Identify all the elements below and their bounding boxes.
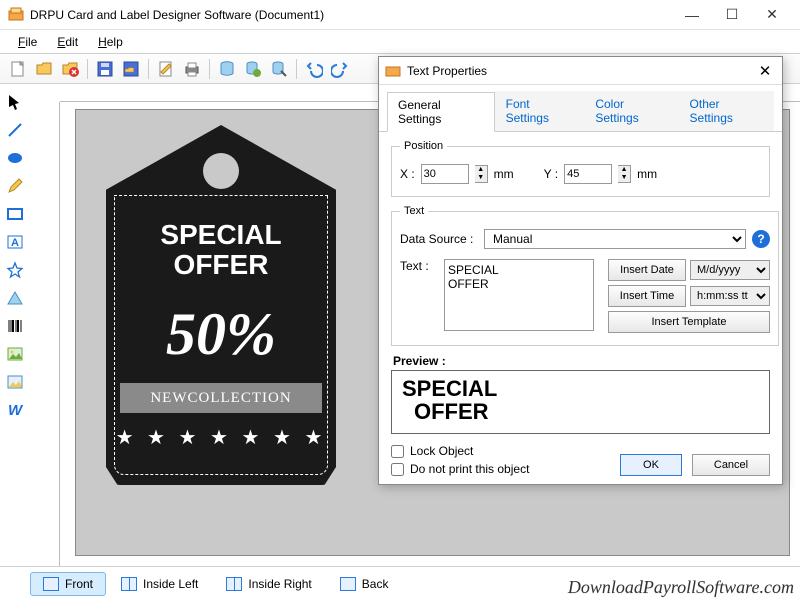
undo-icon[interactable] — [302, 57, 326, 81]
open-delete-icon[interactable] — [58, 57, 82, 81]
dialog-icon — [385, 63, 401, 79]
app-icon — [8, 7, 24, 23]
triangle-tool-icon[interactable] — [3, 286, 27, 310]
star-tool-icon[interactable] — [3, 258, 27, 282]
tab-other[interactable]: Other Settings — [679, 91, 774, 131]
preview-box: SPECIAL OFFER — [391, 370, 770, 434]
photo-tool-icon[interactable] — [3, 370, 27, 394]
x-spinner[interactable]: ▲▼ — [475, 165, 488, 183]
wordart-tool-icon[interactable]: W — [3, 398, 27, 422]
dialog-tabs: General Settings Font Settings Color Set… — [379, 85, 782, 132]
maximize-button[interactable]: ☐ — [712, 1, 752, 29]
page-tab-front[interactable]: Front — [30, 572, 106, 596]
db-view-icon[interactable] — [267, 57, 291, 81]
barcode-tool-icon[interactable] — [3, 314, 27, 338]
save-icon[interactable] — [93, 57, 117, 81]
edit-icon[interactable] — [154, 57, 178, 81]
pencil-tool-icon[interactable] — [3, 174, 27, 198]
text-group: Text Data Source : Manual ? Text : Inser… — [391, 205, 779, 346]
new-icon[interactable] — [6, 57, 30, 81]
y-spinner[interactable]: ▲▼ — [618, 165, 631, 183]
text-label: Text : — [400, 259, 438, 273]
dialog-titlebar[interactable]: Text Properties ✕ — [379, 57, 782, 85]
tool-palette: A W — [0, 84, 30, 566]
date-format-select[interactable]: M/d/yyyy — [690, 260, 770, 280]
insert-time-button[interactable]: Insert Time — [608, 285, 686, 307]
menu-file[interactable]: File — [8, 33, 47, 51]
minimize-button[interactable]: — — [672, 1, 712, 29]
dialog-title: Text Properties — [407, 64, 754, 78]
tab-general[interactable]: General Settings — [387, 92, 495, 132]
db-edit-icon[interactable] — [241, 57, 265, 81]
menu-edit[interactable]: Edit — [47, 33, 88, 51]
tag-band: NEWCOLLECTION — [120, 383, 322, 413]
close-button[interactable]: ✕ — [752, 1, 792, 29]
noprint-checkbox[interactable]: Do not print this object — [391, 462, 620, 476]
text-properties-dialog: Text Properties ✕ General Settings Font … — [378, 56, 783, 485]
rect-tool-icon[interactable] — [3, 202, 27, 226]
y-label: Y : — [544, 167, 558, 181]
ok-button[interactable]: OK — [620, 454, 682, 476]
time-format-select[interactable]: h:mm:ss tt — [690, 286, 770, 306]
label-tag[interactable]: SPECIALOFFER 50% NEWCOLLECTION ★ ★ ★ ★ ★… — [106, 125, 336, 485]
menu-bar: File Edit Help — [0, 30, 800, 54]
insert-date-button[interactable]: Insert Date — [608, 259, 686, 281]
redo-icon[interactable] — [328, 57, 352, 81]
save-as-icon[interactable] — [119, 57, 143, 81]
insert-template-button[interactable]: Insert Template — [608, 311, 770, 333]
tab-color[interactable]: Color Settings — [584, 91, 678, 131]
text-tool-icon[interactable]: A — [3, 230, 27, 254]
datasource-label: Data Source : — [400, 232, 478, 246]
position-group: Position X : ▲▼ mm Y : ▲▼ mm — [391, 140, 770, 197]
line-tool-icon[interactable] — [3, 118, 27, 142]
page-tab-inside-right[interactable]: Inside Right — [213, 572, 324, 596]
help-icon[interactable]: ? — [752, 230, 770, 248]
preview-label: Preview : — [393, 354, 768, 368]
page-tab-back[interactable]: Back — [327, 572, 402, 596]
open-icon[interactable] — [32, 57, 56, 81]
ellipse-tool-icon[interactable] — [3, 146, 27, 170]
x-input[interactable] — [421, 164, 469, 184]
pointer-tool-icon[interactable] — [3, 90, 27, 114]
y-input[interactable] — [564, 164, 612, 184]
lock-checkbox[interactable]: Lock Object — [391, 444, 620, 458]
ruler-vertical — [30, 102, 60, 566]
db-icon[interactable] — [215, 57, 239, 81]
svg-text:A: A — [11, 237, 19, 249]
title-bar: DRPU Card and Label Designer Software (D… — [0, 0, 800, 30]
datasource-select[interactable]: Manual — [484, 229, 746, 249]
dialog-close-icon[interactable]: ✕ — [754, 60, 776, 82]
print-icon[interactable] — [180, 57, 204, 81]
svg-text:W: W — [8, 402, 24, 419]
cancel-button[interactable]: Cancel — [692, 454, 770, 476]
tag-percent: 50% — [106, 300, 336, 369]
tag-stars: ★ ★ ★ ★ ★ ★ ★ — [106, 425, 336, 450]
tag-headline: SPECIALOFFER — [106, 220, 336, 281]
x-label: X : — [400, 167, 415, 181]
image-tool-icon[interactable] — [3, 342, 27, 366]
window-title: DRPU Card and Label Designer Software (D… — [30, 8, 672, 22]
menu-help[interactable]: Help — [88, 33, 133, 51]
tag-hole — [203, 153, 239, 189]
watermark: DownloadPayrollSoftware.com — [568, 577, 794, 598]
tab-font[interactable]: Font Settings — [495, 91, 585, 131]
page-tab-inside-left[interactable]: Inside Left — [108, 572, 211, 596]
text-input[interactable] — [444, 259, 594, 331]
